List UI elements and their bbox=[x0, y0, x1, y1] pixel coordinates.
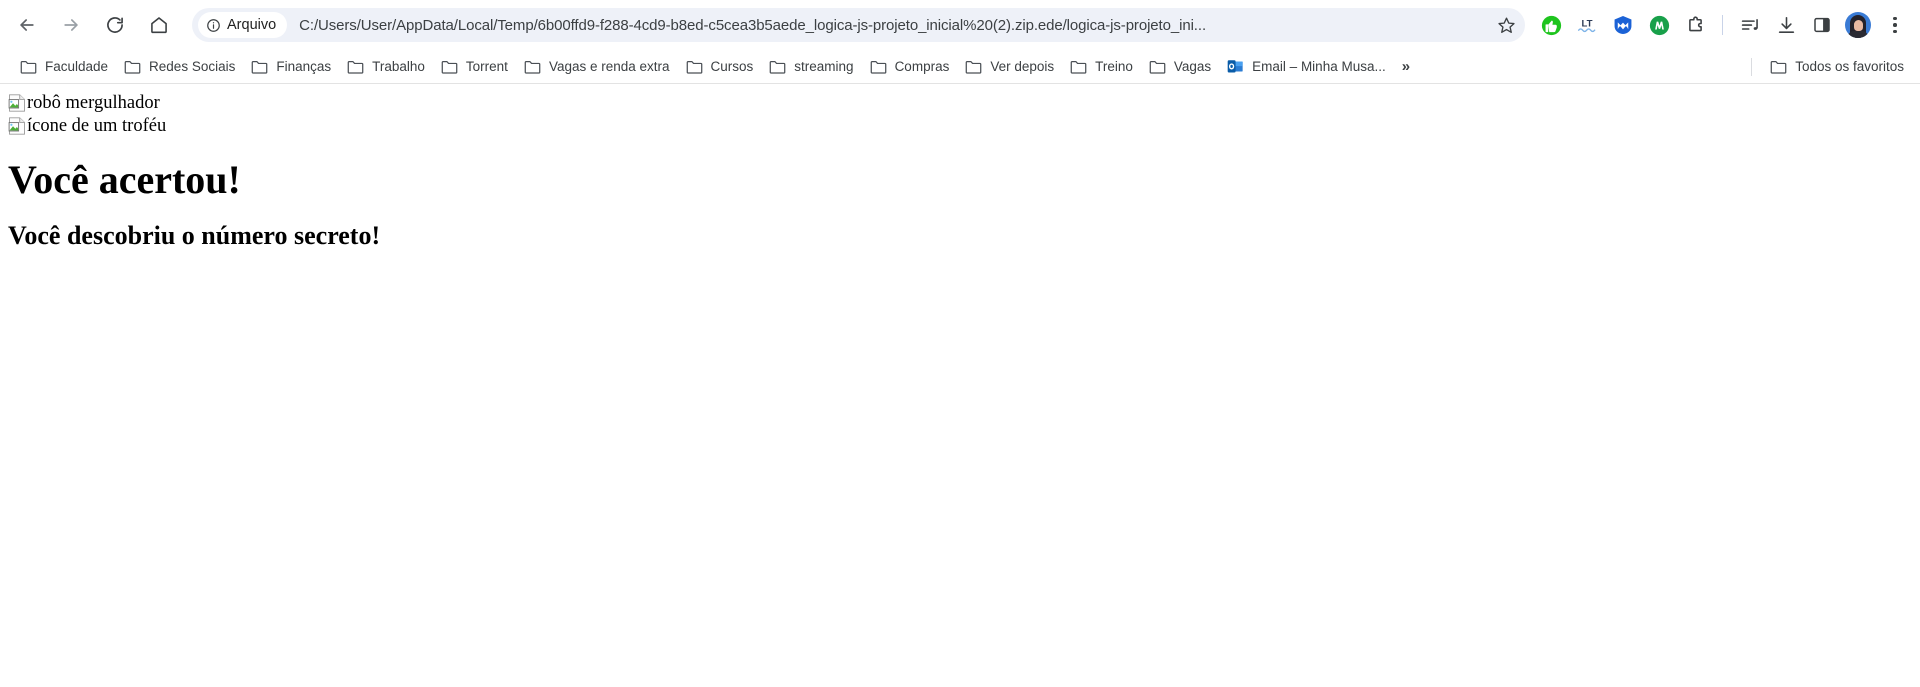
chrome-menu-icon bbox=[1893, 29, 1897, 34]
bookmark-label: Email – Minha Musa... bbox=[1252, 59, 1386, 74]
extensions-puzzle-icon bbox=[1688, 16, 1702, 31]
url-text[interactable]: C:/Users/User/AppData/Local/Temp/6b00ffd… bbox=[287, 17, 1491, 34]
folder-icon bbox=[20, 60, 37, 74]
malwarebytes-extension-button[interactable] bbox=[1605, 8, 1641, 42]
home-icon bbox=[151, 17, 167, 34]
adblock-thumbs-up-extension-icon bbox=[1541, 15, 1561, 35]
bookmarks-divider bbox=[1751, 57, 1753, 76]
bookmark-item-faculdade[interactable]: Faculdade bbox=[12, 55, 116, 78]
profile-button[interactable] bbox=[1840, 8, 1876, 42]
bookmark-label: Cursos bbox=[710, 59, 754, 74]
folder-icon bbox=[252, 60, 268, 74]
forward-arrow-icon bbox=[64, 19, 78, 31]
home-button[interactable] bbox=[142, 8, 176, 42]
bookmark-item-vagas[interactable]: Vagas bbox=[1141, 55, 1219, 78]
broken-image-icone-trofeu: ícone de um troféu bbox=[8, 115, 1912, 138]
broken-image-robo-mergulhador: robô mergulhador bbox=[8, 92, 1912, 115]
page-heading: Você acertou! bbox=[8, 157, 241, 202]
avatar-body bbox=[1848, 31, 1868, 38]
bookmark-item-financas[interactable]: Finanças bbox=[243, 55, 339, 78]
extensions-puzzle-button[interactable] bbox=[1677, 8, 1713, 42]
bookmark-label: Trabalho bbox=[372, 59, 425, 74]
bookmark-label: Finanças bbox=[276, 59, 332, 74]
extension-icons: LT bbox=[1533, 8, 1910, 42]
star-icon bbox=[1497, 17, 1515, 33]
bookmark-item-todos-os-favoritos[interactable]: Todos os favoritos bbox=[1762, 55, 1912, 78]
chrome-menu-icon bbox=[1893, 16, 1897, 21]
media-playlist-button[interactable] bbox=[1732, 8, 1768, 42]
bookmark-label: Vagas bbox=[1173, 59, 1212, 74]
bookmark-item-treino[interactable]: Treino bbox=[1062, 55, 1141, 78]
browser-chrome: Arquivo C:/Users/User/AppData/Local/Temp… bbox=[0, 0, 1920, 84]
info-circle-icon bbox=[207, 18, 220, 32]
side-panel-button[interactable] bbox=[1804, 8, 1840, 42]
folder-icon bbox=[441, 60, 458, 74]
mailtrack-extension-icon bbox=[1649, 15, 1669, 35]
back-arrow-icon bbox=[20, 19, 34, 31]
folder-icon bbox=[686, 60, 702, 74]
malwarebytes-extension-icon bbox=[1614, 16, 1632, 34]
side-panel-icon bbox=[1814, 17, 1830, 33]
downloads-button[interactable] bbox=[1768, 8, 1804, 42]
folder-icon bbox=[1070, 60, 1087, 74]
bookmark-label: Todos os favoritos bbox=[1795, 59, 1904, 74]
bookmark-item-cursos[interactable]: Cursos bbox=[678, 55, 762, 78]
page-content: robô mergulhador ícone de um troféu Você… bbox=[0, 84, 1920, 687]
bookmark-star-button[interactable] bbox=[1491, 10, 1521, 40]
broken-image-icon bbox=[8, 94, 25, 112]
avatar-face bbox=[1854, 20, 1863, 31]
bookmark-label: Redes Sociais bbox=[149, 59, 236, 74]
bookmark-item-streaming[interactable]: streaming bbox=[761, 55, 861, 78]
reload-button[interactable] bbox=[98, 8, 132, 42]
profile-avatar bbox=[1845, 12, 1871, 38]
bookmark-label: Vagas e renda extra bbox=[548, 59, 670, 74]
page-subheading: Você descobriu o número secreto! bbox=[8, 221, 381, 250]
broken-image-alt-text: robô mergulhador bbox=[27, 93, 160, 113]
folder-icon bbox=[870, 60, 886, 74]
folder-icon bbox=[124, 60, 141, 74]
folder-icon bbox=[769, 60, 786, 74]
bookmarks-bar: Faculdade Redes Sociais Finanças Trabalh… bbox=[0, 50, 1920, 84]
bookmark-item-compras[interactable]: Compras bbox=[862, 55, 958, 78]
bookmark-item-trabalho[interactable]: Trabalho bbox=[339, 55, 433, 78]
chrome-menu-button[interactable] bbox=[1880, 8, 1910, 42]
svg-text:LT: LT bbox=[1582, 19, 1593, 30]
bookmark-label: Compras bbox=[894, 59, 950, 74]
broken-image-alt-text: ícone de um troféu bbox=[27, 116, 167, 136]
site-info-chip-label: Arquivo bbox=[227, 17, 277, 33]
bookmark-item-redes-sociais[interactable]: Redes Sociais bbox=[116, 55, 243, 78]
mailtrack-extension-button[interactable] bbox=[1641, 8, 1677, 42]
bookmark-label: streaming bbox=[794, 59, 854, 74]
outlook-icon bbox=[1227, 60, 1243, 73]
bookmark-label: Faculdade bbox=[45, 59, 109, 74]
broken-image-icon bbox=[8, 117, 25, 135]
forward-button[interactable] bbox=[54, 8, 88, 42]
site-info-chip[interactable]: Arquivo bbox=[198, 12, 288, 38]
bookmarks-overflow-button[interactable]: » bbox=[1394, 54, 1418, 79]
chrome-menu-icon bbox=[1893, 23, 1897, 27]
folder-icon bbox=[1149, 60, 1166, 74]
bookmark-label: Treino bbox=[1095, 59, 1133, 74]
downloads-icon bbox=[1778, 16, 1794, 33]
toolbar-divider bbox=[1722, 15, 1723, 35]
browser-toolbar: Arquivo C:/Users/User/AppData/Local/Temp… bbox=[0, 0, 1920, 50]
back-button[interactable] bbox=[10, 8, 44, 42]
folder-icon bbox=[1770, 60, 1787, 74]
bookmark-label: Ver depois bbox=[990, 59, 1055, 74]
folder-icon bbox=[524, 60, 541, 74]
folder-icon bbox=[965, 60, 982, 74]
languagetool-extension-icon: LT bbox=[1577, 19, 1596, 33]
reload-icon bbox=[107, 17, 123, 33]
adblock-thumbs-up-extension-button[interactable] bbox=[1533, 8, 1569, 42]
bookmark-label: Torrent bbox=[465, 59, 508, 74]
address-bar[interactable]: Arquivo C:/Users/User/AppData/Local/Temp… bbox=[192, 8, 1525, 42]
bookmark-item-torrent[interactable]: Torrent bbox=[433, 55, 516, 78]
bookmarks-overflow-label: » bbox=[1401, 58, 1411, 75]
bookmark-item-email-minha-musa[interactable]: Email – Minha Musa... bbox=[1219, 55, 1394, 78]
bookmark-item-vagas-e-renda-extra[interactable]: Vagas e renda extra bbox=[516, 55, 678, 78]
bookmark-item-ver-depois[interactable]: Ver depois bbox=[957, 55, 1062, 78]
folder-icon bbox=[347, 60, 364, 74]
languagetool-extension-button[interactable]: LT bbox=[1569, 8, 1605, 42]
media-playlist-icon bbox=[1741, 18, 1758, 30]
